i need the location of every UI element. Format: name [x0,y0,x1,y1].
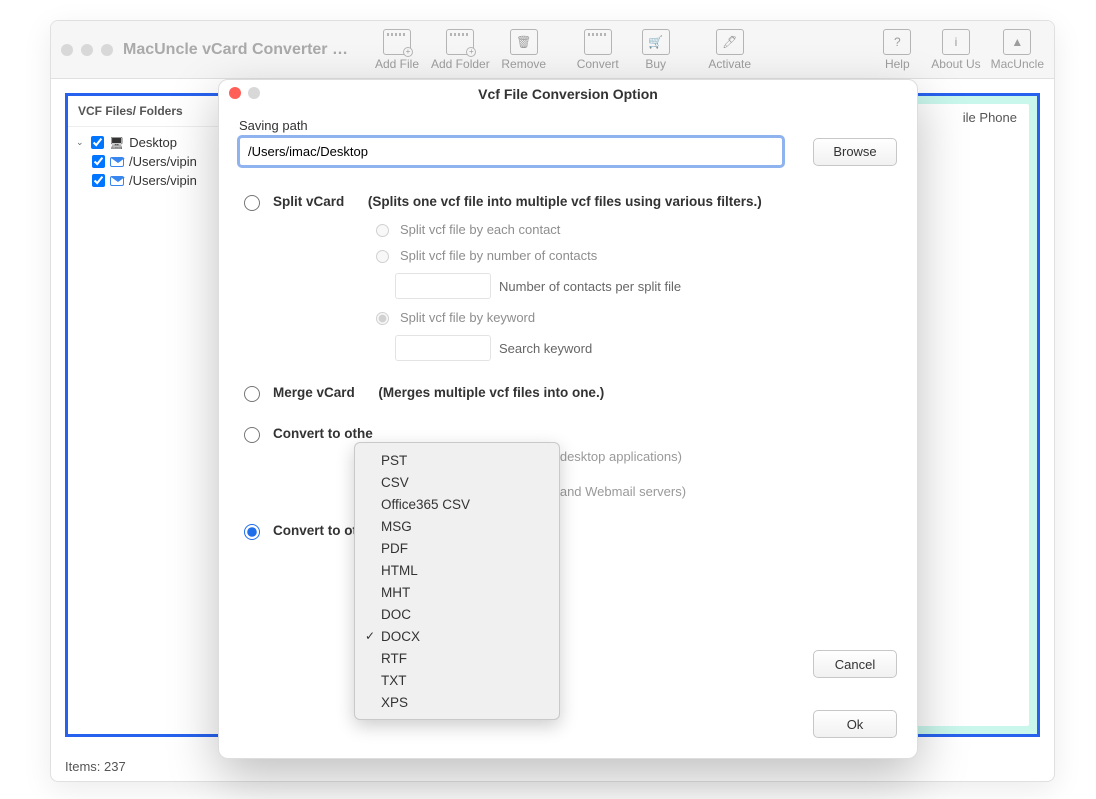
dialog-body: Saving path Browse Split vCard (Splits o… [219,108,917,758]
add-file-label: Add File [375,57,419,71]
buy-button[interactable]: 🛒 Buy [632,29,680,71]
saving-path-label: Saving path [239,118,897,133]
file-plus-icon: + [383,29,411,55]
merge-radio[interactable] [244,386,260,402]
saving-path-input[interactable] [239,137,783,166]
contacts-per-file-hint: Number of contacts per split file [499,279,681,294]
help-label: Help [885,57,910,71]
close-icon[interactable] [229,87,241,99]
format-option-docx[interactable]: DOCX [355,625,559,647]
vcf-icon [110,157,124,167]
dialog-title: Vcf File Conversion Option [478,86,658,102]
remove-button[interactable]: 🗑 Remove [500,29,548,71]
split-by-keyword-radio [376,312,389,325]
tree-item-2-checkbox[interactable] [92,174,105,187]
zoom-icon[interactable] [101,44,113,56]
format-option-xps[interactable]: XPS [355,691,559,713]
format-option-mht[interactable]: MHT [355,581,559,603]
titlebar: MacUncle vCard Converter v1.0.... + Add … [51,21,1054,79]
help-button[interactable]: ? Help [873,29,921,71]
format-option-html[interactable]: HTML [355,559,559,581]
split-option-block: Split vCard (Splits one vcf file into mu… [239,192,897,361]
close-icon[interactable] [61,44,73,56]
trash-icon: 🗑 [510,29,538,55]
split-by-keyword-label: Split vcf file by keyword [400,310,535,325]
merge-desc: (Merges multiple vcf files into one.) [378,385,604,400]
minimize-icon[interactable] [81,44,93,56]
format-option-rtf[interactable]: RTF [355,647,559,669]
convert-other-block-1: Convert to othe e desktop applications) … [239,424,897,499]
format-option-office365-csv[interactable]: Office365 CSV [355,493,559,515]
app-title: MacUncle vCard Converter v1.0.... [123,41,353,59]
split-by-number-label: Split vcf file by number of contacts [400,248,597,263]
split-each-contact-label: Split vcf file by each contact [400,222,560,237]
tree-item-1-label: /Users/vipin [129,154,197,169]
add-folder-label: Add Folder [431,57,490,71]
brand-button[interactable]: ▲ MacUncle [991,29,1044,71]
format-option-pdf[interactable]: PDF [355,537,559,559]
tree-root-checkbox[interactable] [91,136,104,149]
vcf-icon [110,176,124,186]
split-desc: (Splits one vcf file into multiple vcf f… [368,194,762,209]
format-option-txt[interactable]: TXT [355,669,559,691]
add-file-button[interactable]: + Add File [373,29,421,71]
dialog-titlebar: Vcf File Conversion Option [219,80,917,108]
convert-other-1-label: Convert to othe [273,426,373,441]
activate-label: Activate [708,57,751,71]
brand-icon: ▲ [1003,29,1031,55]
cancel-button[interactable]: Cancel [813,650,897,678]
add-folder-button[interactable]: + Add Folder [431,29,490,71]
format-dropdown[interactable]: PSTCSVOffice365 CSVMSGPDFHTMLMHTDOCDOCXR… [354,442,560,720]
folder-plus-icon: + [446,29,474,55]
convert-other-2-radio[interactable] [244,524,260,540]
format-option-csv[interactable]: CSV [355,471,559,493]
save-icon [584,29,612,55]
item-count: Items: 237 [65,759,126,774]
ok-button[interactable]: Ok [813,710,897,738]
activate-button[interactable]: 🖊 Activate [706,29,754,71]
cart-icon: 🛒 [642,29,670,55]
help-icon: ? [883,29,911,55]
key-icon: 🖊 [716,29,744,55]
buy-label: Buy [645,57,666,71]
tree-root-label: Desktop [129,135,177,150]
dialog-window-controls[interactable] [229,87,260,99]
merge-label: Merge vCard [273,385,355,400]
col-phone: ile Phone [963,110,1017,125]
convert-other-block-2: Convert to othe [239,521,897,540]
tree-item-1-checkbox[interactable] [92,155,105,168]
conversion-options-dialog: Vcf File Conversion Option Saving path B… [218,79,918,759]
format-option-msg[interactable]: MSG [355,515,559,537]
convert-other-1-radio[interactable] [244,427,260,443]
contacts-per-file-input [395,273,491,299]
tree-item-2-label: /Users/vipin [129,173,197,188]
split-by-number-radio [376,250,389,263]
remove-label: Remove [501,57,546,71]
convert-button[interactable]: Convert [574,29,622,71]
split-label: Split vCard [273,194,344,209]
format-option-doc[interactable]: DOC [355,603,559,625]
format-option-pst[interactable]: PST [355,449,559,471]
brand-label: MacUncle [991,57,1044,71]
search-keyword-input [395,335,491,361]
search-keyword-hint: Search keyword [499,341,592,356]
info-icon: i [942,29,970,55]
split-radio[interactable] [244,195,260,211]
merge-option-block: Merge vCard (Merges multiple vcf files i… [239,383,897,402]
window-controls[interactable] [61,44,113,56]
desktop-icon [109,135,124,150]
split-each-contact-radio [376,224,389,237]
chevron-down-icon[interactable]: ⌄ [76,137,86,148]
convert-desktop-hint: e desktop applications) [549,449,897,464]
toolbar: + Add File + Add Folder 🗑 Remove Convert… [373,29,1044,71]
convert-label: Convert [577,57,619,71]
about-label: About Us [931,57,980,71]
minimize-icon[interactable] [248,87,260,99]
convert-webmail-hint: d and Webmail servers) [549,484,897,499]
browse-button[interactable]: Browse [813,138,897,166]
about-button[interactable]: i About Us [931,29,980,71]
